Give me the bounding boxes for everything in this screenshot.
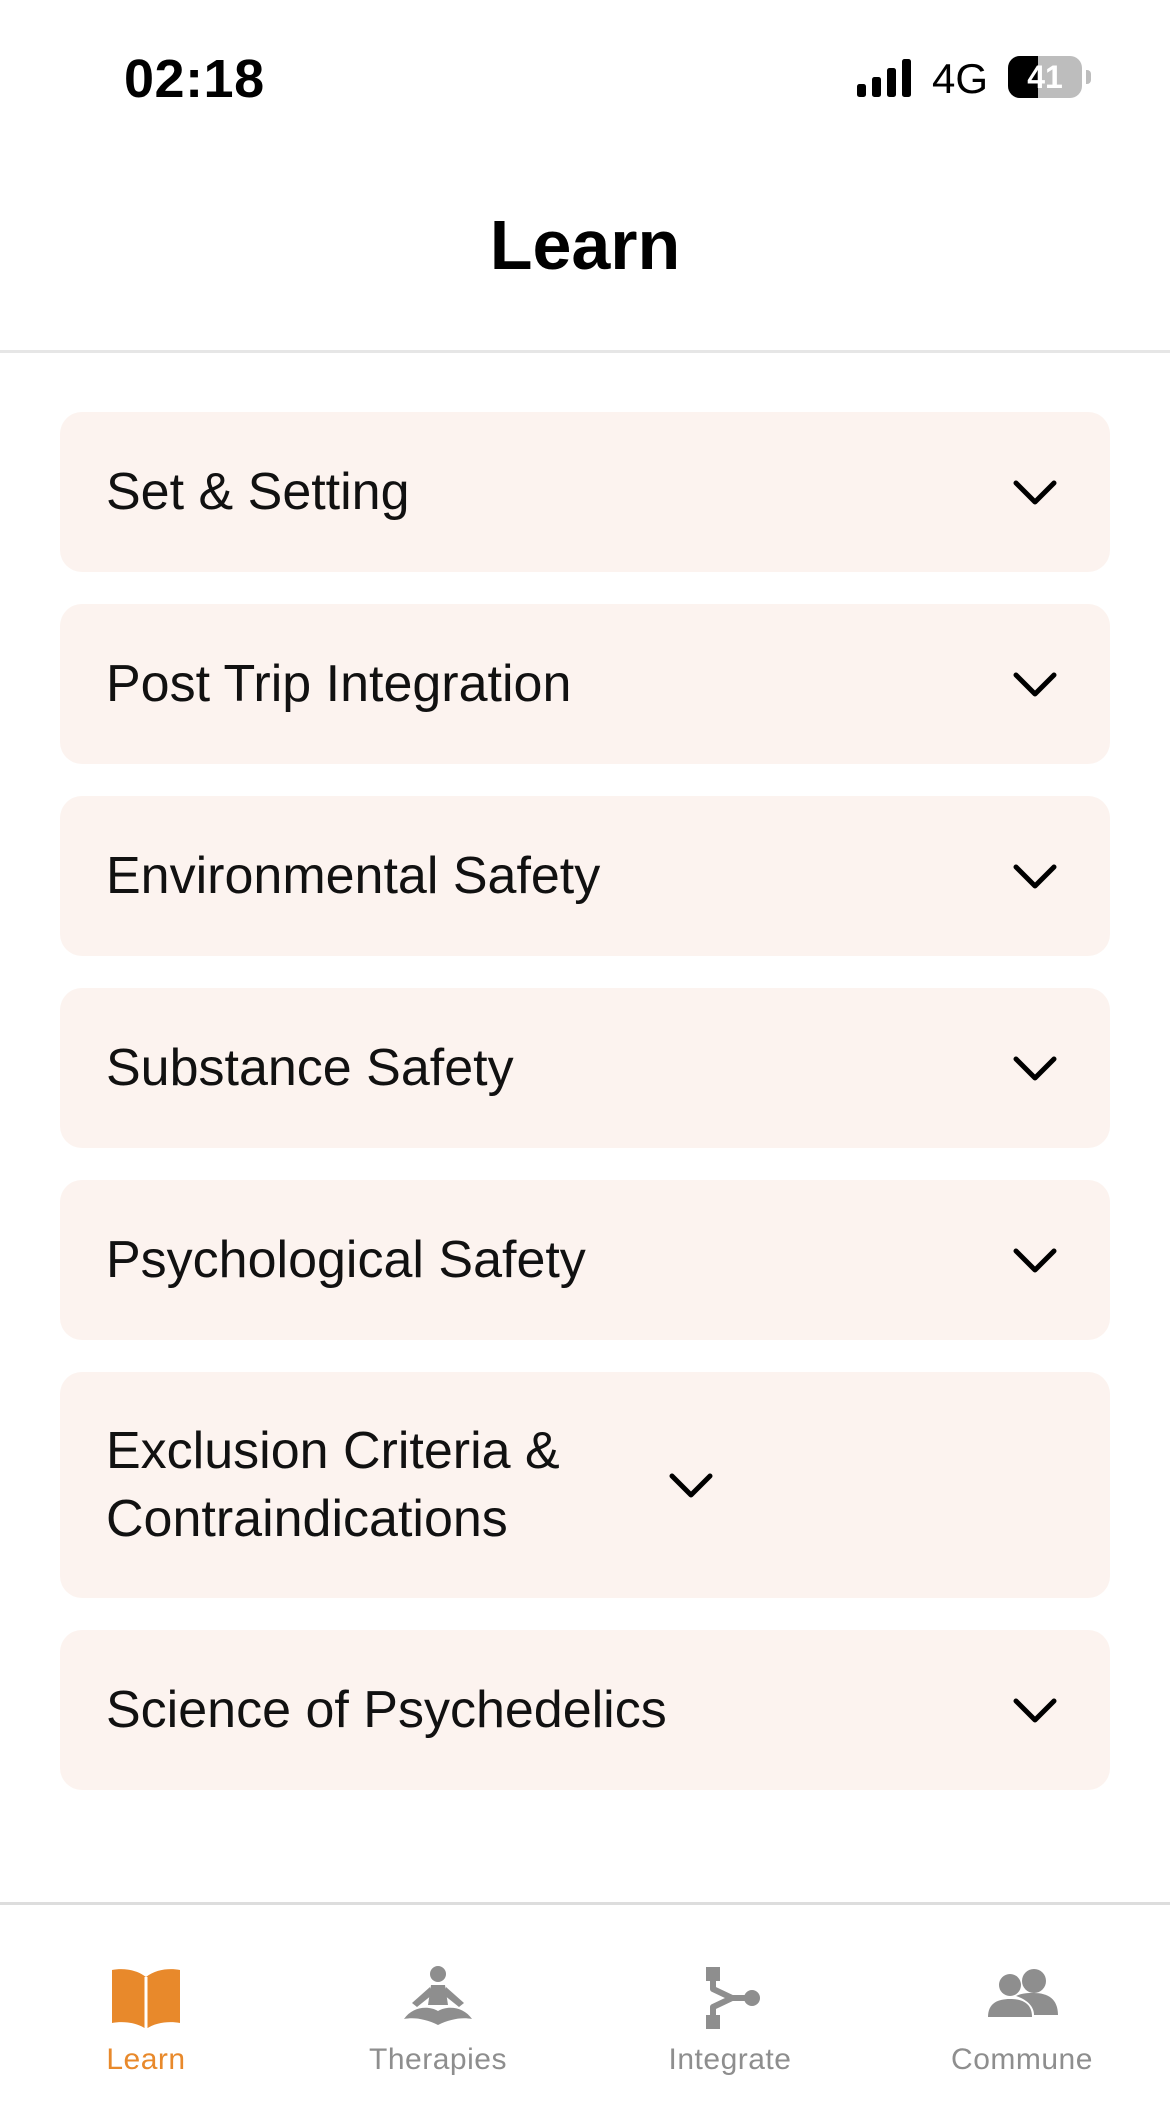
chevron-down-icon xyxy=(1013,1698,1057,1723)
section-environmental-safety[interactable]: Environmental Safety xyxy=(60,796,1110,956)
chevron-down-icon xyxy=(1013,1056,1057,1081)
people-icon xyxy=(988,1969,1058,2017)
section-set-and-setting[interactable]: Set & Setting xyxy=(60,412,1110,572)
battery-icon: 41 xyxy=(1008,56,1092,98)
battery-body: 41 xyxy=(1008,56,1082,98)
learn-screen: 02:18 4G 41 Learn Set & Setting Post Tri… xyxy=(0,0,1170,2128)
tab-label: Integrate xyxy=(668,2043,792,2076)
tab-label: Learn xyxy=(106,2043,186,2076)
tab-bar: Learn Therapies Integrate Commune xyxy=(0,1902,1170,2128)
status-bar: 02:18 4G 41 xyxy=(0,0,1170,150)
section-psychological-safety[interactable]: Psychological Safety xyxy=(60,1180,1110,1340)
section-label: Set & Setting xyxy=(106,463,410,521)
section-post-trip-integration[interactable]: Post Trip Integration xyxy=(60,604,1110,764)
status-time: 02:18 xyxy=(124,49,265,109)
section-label: Substance Safety xyxy=(106,1039,514,1097)
tab-learn[interactable]: Learn xyxy=(0,1965,292,2095)
section-science-of-psychedelics[interactable]: Science of Psychedelics xyxy=(60,1630,1110,1790)
tab-commune[interactable]: Commune xyxy=(876,1965,1168,2095)
chevron-down-icon xyxy=(1013,1248,1057,1273)
network-type: 4G xyxy=(932,55,989,102)
chevron-down-icon xyxy=(1013,480,1057,505)
signal-strength-icon xyxy=(857,59,911,97)
tab-label: Therapies xyxy=(369,2043,507,2076)
section-substance-safety[interactable]: Substance Safety xyxy=(60,988,1110,1148)
meditation-icon xyxy=(404,1966,472,2025)
section-label: Environmental Safety xyxy=(106,847,601,905)
book-icon xyxy=(112,1969,180,2029)
section-label: Post Trip Integration xyxy=(106,655,572,713)
tab-integrate[interactable]: Integrate xyxy=(584,1965,876,2095)
chevron-down-icon xyxy=(1013,864,1057,889)
section-label: Exclusion Criteria & Contraindications xyxy=(106,1422,560,1548)
battery-tip xyxy=(1086,70,1091,84)
header: Learn xyxy=(0,150,1170,353)
section-label: Science of Psychedelics xyxy=(106,1681,667,1739)
chevron-down-icon xyxy=(669,1473,713,1498)
chevron-down-icon xyxy=(1013,672,1057,697)
page-title: Learn xyxy=(489,206,681,284)
section-list: Set & Setting Post Trip Integration Envi… xyxy=(60,412,1110,1822)
battery-level: 41 xyxy=(1027,59,1063,95)
section-label: Psychological Safety xyxy=(106,1231,586,1289)
branch-icon xyxy=(706,1967,760,2029)
tab-therapies[interactable]: Therapies xyxy=(292,1965,584,2095)
section-exclusion-criteria[interactable]: Exclusion Criteria & Contraindications xyxy=(60,1372,1110,1598)
tab-label: Commune xyxy=(951,2043,1093,2076)
